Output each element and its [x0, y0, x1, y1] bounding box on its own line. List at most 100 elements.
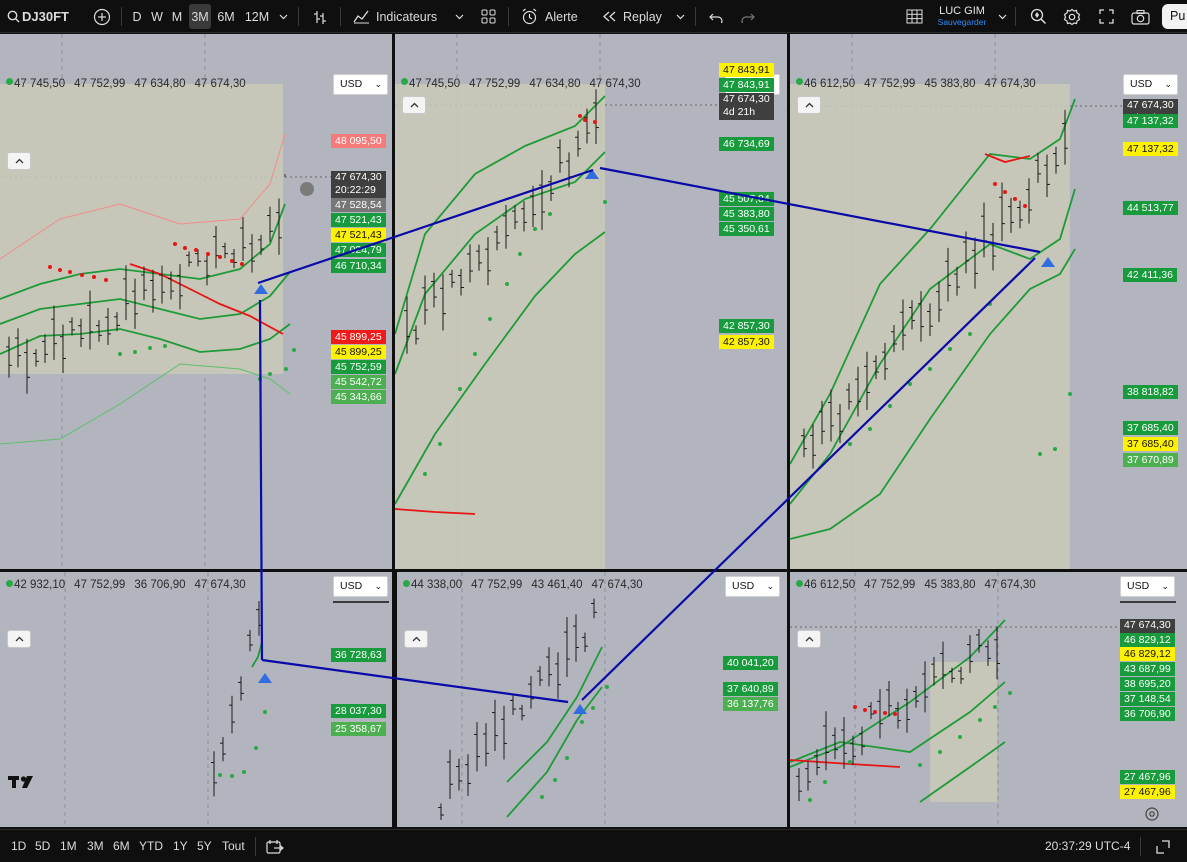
currency-select[interactable]: USD ⌄	[1120, 576, 1175, 597]
tradingview-logo-icon[interactable]	[8, 774, 38, 795]
collapse-legend-button[interactable]	[404, 630, 428, 648]
open-value: 46 612,50	[804, 579, 856, 591]
price-tag-value: 45 752,59	[335, 361, 382, 373]
pane-settings-icon[interactable]	[1144, 806, 1160, 822]
interval-12m[interactable]: 12M	[242, 0, 272, 33]
user-save-status[interactable]: LUC GIM Sauvegarder	[930, 0, 994, 33]
sar-dot	[1068, 392, 1072, 396]
range-1y[interactable]: 1Y	[173, 830, 188, 862]
live-status-dot	[796, 580, 803, 587]
replay-button[interactable]: Replay	[623, 0, 667, 33]
price-tag-value: 47 674,30	[1127, 99, 1174, 111]
price-tag-value: 46 829,12	[1124, 634, 1171, 646]
chart-pane-4[interactable]: 42 932,10 47 752,99 36 706,90 47 674,30 USD ⌄…	[0, 572, 392, 827]
sar-dot	[948, 347, 952, 351]
interval-d[interactable]: D	[128, 0, 146, 33]
high-value: 47 752,99	[74, 579, 126, 591]
indicators-icon[interactable]	[350, 0, 372, 33]
sar-dot	[206, 252, 210, 256]
price-tag: 28 037,30	[331, 704, 386, 718]
collapse-legend-button[interactable]	[797, 630, 821, 648]
range-3m[interactable]: 3M	[87, 830, 104, 862]
price-tag-value: 46 710,34	[335, 260, 382, 272]
settings-gear-icon[interactable]	[1061, 0, 1083, 33]
camera-icon[interactable]	[1129, 0, 1151, 33]
sar-dot	[548, 212, 552, 216]
price-tag-value: 36 706,90	[1124, 708, 1171, 720]
ohlc-legend: 47 745,50 47 752,99 47 634,80 47 674,30	[14, 78, 255, 90]
high-value: 47 752,99	[864, 78, 916, 90]
low-value: 36 706,90	[134, 579, 186, 591]
collapse-legend-button[interactable]	[7, 152, 31, 170]
currency-select[interactable]: USD ⌄	[725, 576, 780, 597]
collapse-legend-button[interactable]	[797, 96, 821, 114]
price-tag-value: 47 674,30	[1124, 619, 1171, 631]
interval-m[interactable]: M	[168, 0, 186, 33]
clock[interactable]: 20:37:29 UTC-4	[1045, 830, 1130, 862]
price-scale-handle[interactable]	[300, 182, 314, 196]
price-tag-value: 27 467,96	[1124, 786, 1171, 798]
sar-dot	[603, 200, 607, 204]
bar-style-icon[interactable]	[308, 0, 332, 33]
search-icon[interactable]	[3, 0, 23, 33]
alarm-clock-icon[interactable]	[518, 0, 540, 33]
alert-button[interactable]: Alerte	[545, 0, 585, 33]
redo-icon[interactable]	[737, 0, 759, 33]
price-chart[interactable]	[0, 572, 392, 827]
chart-pane-6[interactable]: 46 612,50 47 752,99 45 383,80 47 674,30 USD ⌄…	[790, 572, 1187, 827]
price-tag: 36 706,90	[1120, 707, 1175, 721]
range-5d[interactable]: 5D	[35, 830, 50, 862]
chart-pane-5[interactable]: 44 338,00 47 752,99 43 461,40 47 674,30 USD ⌄…	[397, 572, 787, 827]
bollinger-band-up	[506, 646, 603, 783]
price-tag: 45 383,80	[719, 207, 774, 221]
range-5y[interactable]: 5Y	[197, 830, 212, 862]
chart-pane-3[interactable]: 46 612,50 47 752,99 45 383,80 47 674,30 USD ⌄…	[790, 34, 1187, 569]
undo-icon[interactable]	[705, 0, 727, 33]
sar-dot	[868, 427, 872, 431]
publish-button[interactable]: Pu	[1162, 4, 1187, 29]
price-chart[interactable]	[0, 34, 392, 569]
sar-dot	[80, 273, 84, 277]
range-all[interactable]: Tout	[222, 830, 245, 862]
quick-search-icon[interactable]	[1027, 0, 1049, 33]
layout-grid-icon[interactable]	[477, 0, 499, 33]
collapse-legend-button[interactable]	[7, 630, 31, 648]
interval-3m[interactable]: 3M	[189, 4, 211, 29]
range-1m[interactable]: 1M	[60, 830, 77, 862]
chart-pane-2[interactable]: 47 745,5047 752,9947 634,8047 674,30USD⌄…	[395, 34, 787, 569]
sar-dot	[893, 712, 897, 716]
divider	[1140, 837, 1141, 856]
sar-dot	[163, 344, 167, 348]
interval-6m[interactable]: 6M	[214, 0, 238, 33]
price-tag-value: 36 728,63	[335, 649, 382, 661]
symbol-label[interactable]: DJ30FT	[22, 0, 74, 33]
sar-dot	[58, 268, 62, 272]
currency-select[interactable]: USD ⌄	[333, 576, 388, 597]
outer-band-green	[0, 363, 291, 445]
range-6m[interactable]: 6M	[113, 830, 130, 862]
date-range-icon[interactable]	[266, 830, 284, 862]
maximize-icon[interactable]	[1156, 830, 1170, 862]
chevron-down-icon[interactable]	[673, 0, 687, 33]
layout-table-icon[interactable]	[903, 0, 925, 33]
chevron-down-icon[interactable]	[995, 0, 1009, 33]
currency-select[interactable]: USD ⌄	[333, 74, 388, 95]
indicators-button[interactable]: Indicateurs	[376, 0, 444, 33]
currency-select[interactable]: USD ⌄	[1123, 74, 1178, 95]
price-tag-value: 45 350,61	[723, 223, 770, 235]
chart-pane-1[interactable]: 47 745,50 47 752,99 47 634,80 47 674,30 USD ⌄…	[0, 34, 392, 569]
chevron-up-icon	[412, 636, 421, 642]
fullscreen-icon[interactable]	[1095, 0, 1117, 33]
low-value: 45 383,80	[924, 78, 976, 90]
range-ytd[interactable]: YTD	[139, 830, 163, 862]
rewind-icon[interactable]	[598, 0, 620, 33]
range-1d[interactable]: 1D	[11, 830, 26, 862]
sar-dot	[863, 708, 867, 712]
interval-w[interactable]: W	[148, 0, 166, 33]
compare-add-icon[interactable]	[90, 0, 114, 33]
sar-dot	[918, 763, 922, 767]
chevron-down-icon[interactable]	[276, 0, 290, 33]
ohlc-bar	[256, 600, 262, 636]
collapse-legend-button[interactable]	[402, 96, 426, 114]
chevron-down-icon[interactable]	[452, 0, 466, 33]
